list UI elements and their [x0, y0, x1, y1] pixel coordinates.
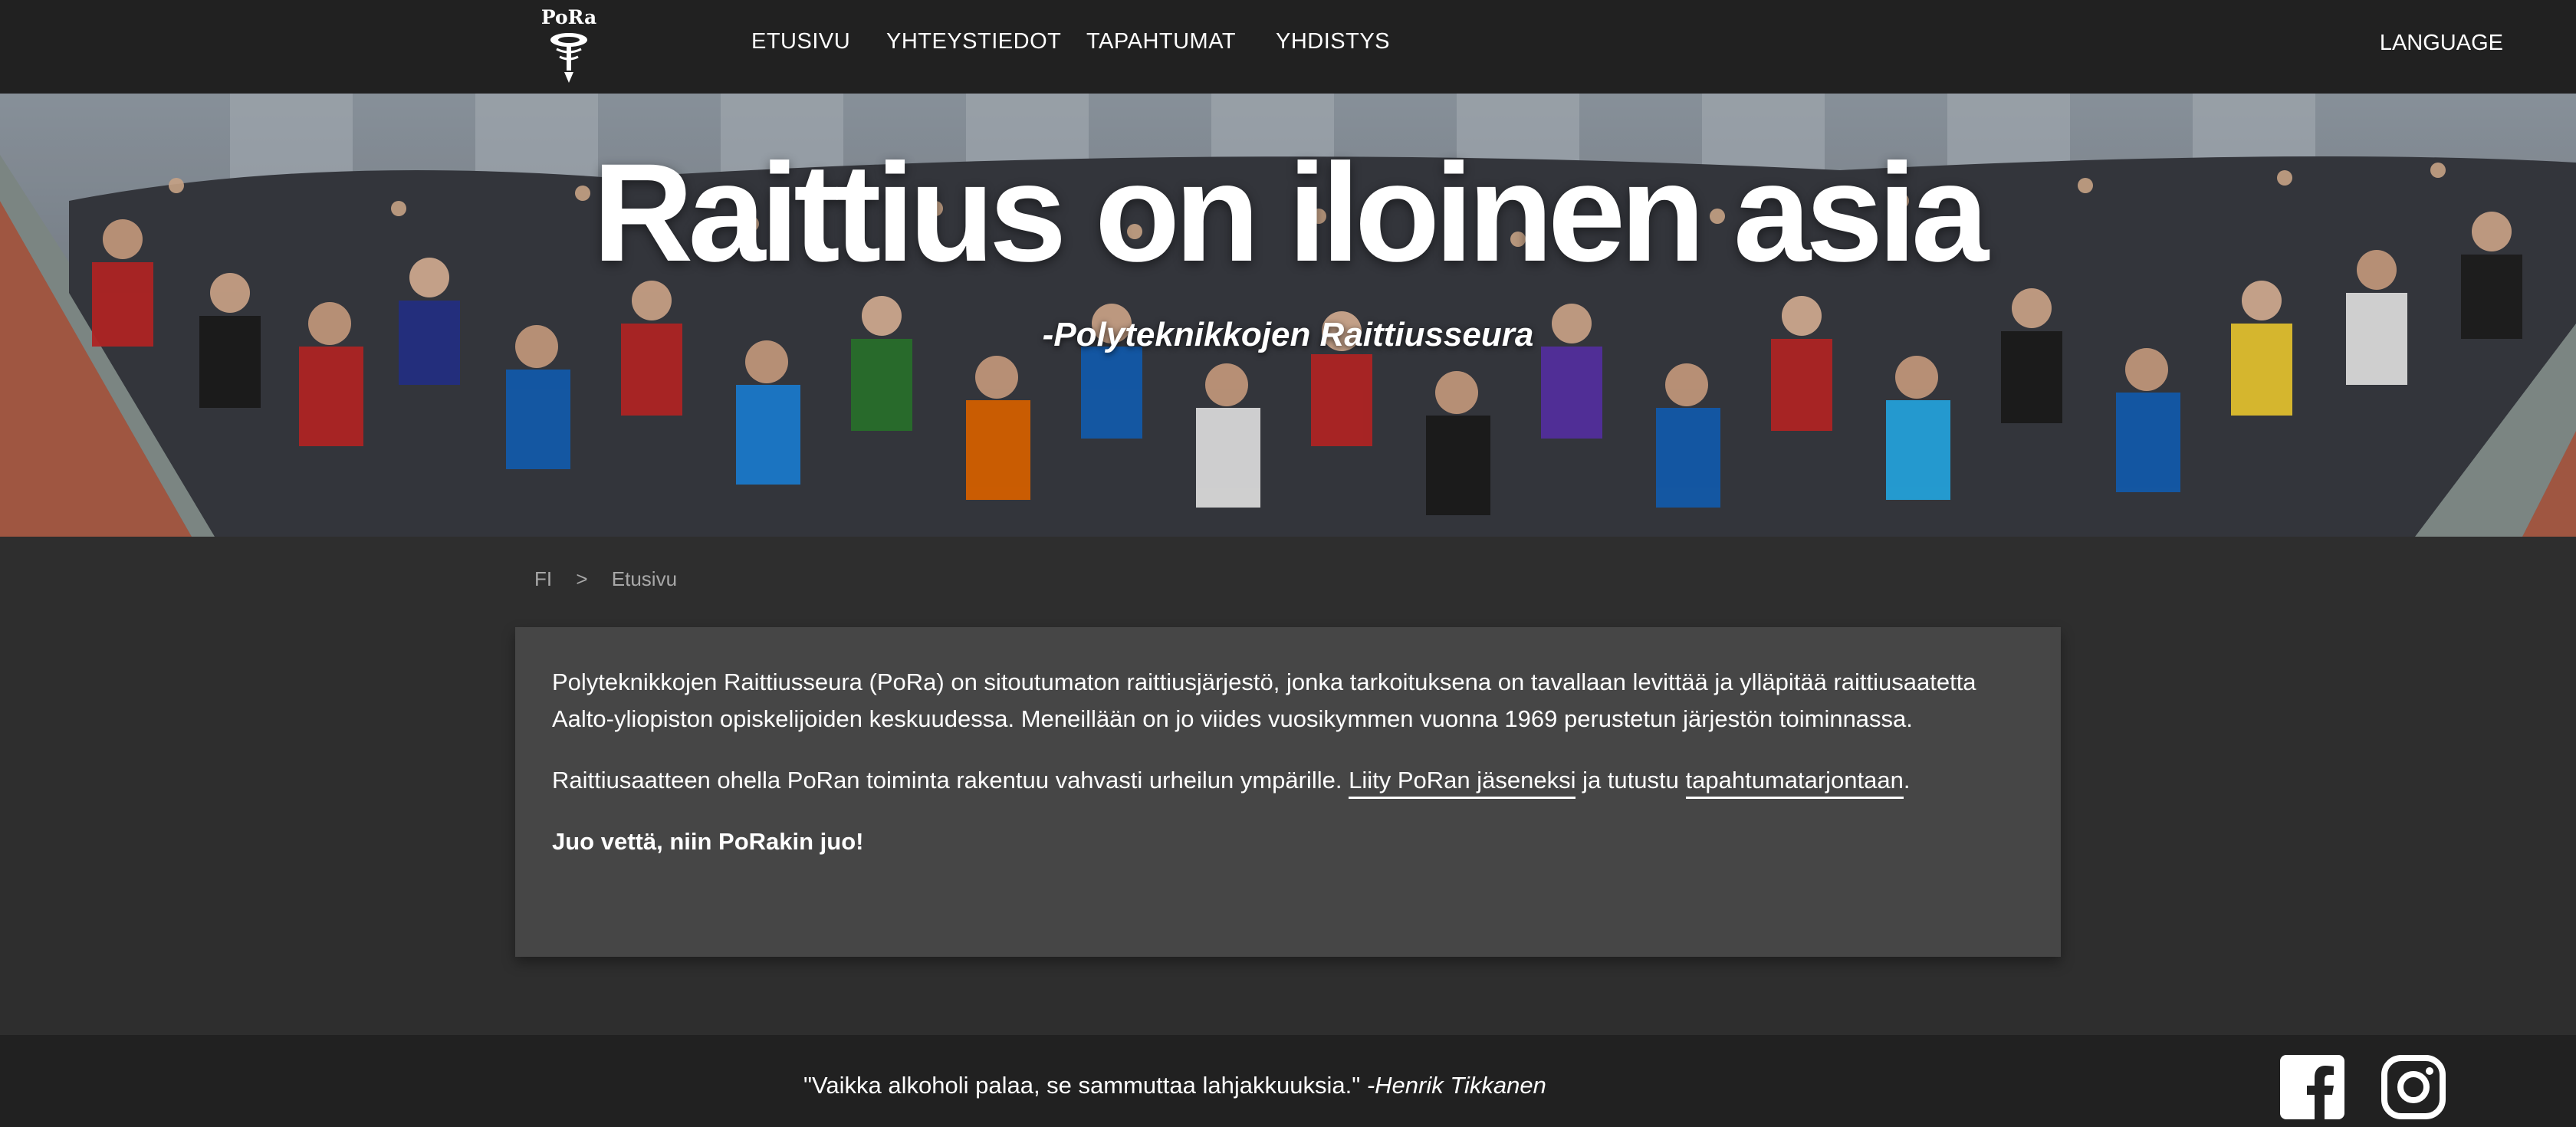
- quote-author: -Henrik Tikkanen: [1366, 1072, 1546, 1099]
- activity-text-suffix: .: [1903, 767, 1911, 794]
- events-link[interactable]: tapahtumatarjontaan: [1685, 767, 1904, 799]
- language-selector[interactable]: LANGUAGE: [2380, 31, 2503, 56]
- quote-text: "Vaikka alkoholi palaa, se sammuttaa lah…: [803, 1072, 1361, 1099]
- intro-card: Polyteknikkojen Raittiusseura (PoRa) on …: [515, 627, 2061, 957]
- top-navbar: PoRa ETUSIVU YHTEYSTIEDOT TAPAHTUMAT YHD…: [0, 0, 2576, 94]
- nav-tapahtumat[interactable]: TAPAHTUMAT: [1086, 29, 1236, 54]
- footer-quote: "Vaikka alkoholi palaa, se sammuttaa lah…: [803, 1072, 1546, 1099]
- nav-etusivu[interactable]: ETUSIVU: [751, 29, 850, 54]
- breadcrumb-current: Etusivu: [611, 567, 678, 590]
- breadcrumb-root-link[interactable]: FI: [534, 567, 552, 590]
- logo-emblem-icon: [550, 33, 587, 83]
- nav-yhdistys[interactable]: YHDISTYS: [1276, 29, 1390, 54]
- footer: "Vaikka alkoholi palaa, se sammuttaa lah…: [0, 1035, 2576, 1127]
- breadcrumb-separator: >: [576, 567, 588, 590]
- nav-yhteystiedot[interactable]: YHTEYSTIEDOT: [886, 29, 1061, 54]
- activity-text-prefix: Raittiusaatteen ohella PoRan toiminta ra…: [552, 767, 1349, 794]
- hero-title: Raittius on iloinen asia: [592, 134, 1989, 291]
- intro-card-content: Polyteknikkojen Raittiusseura (PoRa) on …: [552, 664, 2024, 885]
- activity-text-middle: ja tutustu: [1576, 767, 1686, 794]
- motto-text: Juo vettä, niin PoRakin juo!: [552, 828, 864, 855]
- join-membership-link[interactable]: Liity PoRan jäseneksi: [1349, 767, 1576, 799]
- activity-paragraph: Raittiusaatteen ohella PoRan toiminta ra…: [552, 762, 2024, 799]
- pora-logo[interactable]: PoRa: [532, 6, 606, 83]
- intro-paragraph: Polyteknikkojen Raittiusseura (PoRa) on …: [552, 669, 1976, 732]
- instagram-icon[interactable]: [2381, 1055, 2446, 1119]
- hero-subtitle: -Polyteknikkojen Raittiusseura: [1042, 316, 1534, 353]
- facebook-icon[interactable]: [2280, 1055, 2344, 1119]
- hero-banner: Raittius on iloinen asia -Polyteknikkoje…: [0, 94, 2576, 537]
- logo-text: PoRa: [540, 6, 597, 28]
- breadcrumb: FI > Etusivu: [534, 567, 695, 591]
